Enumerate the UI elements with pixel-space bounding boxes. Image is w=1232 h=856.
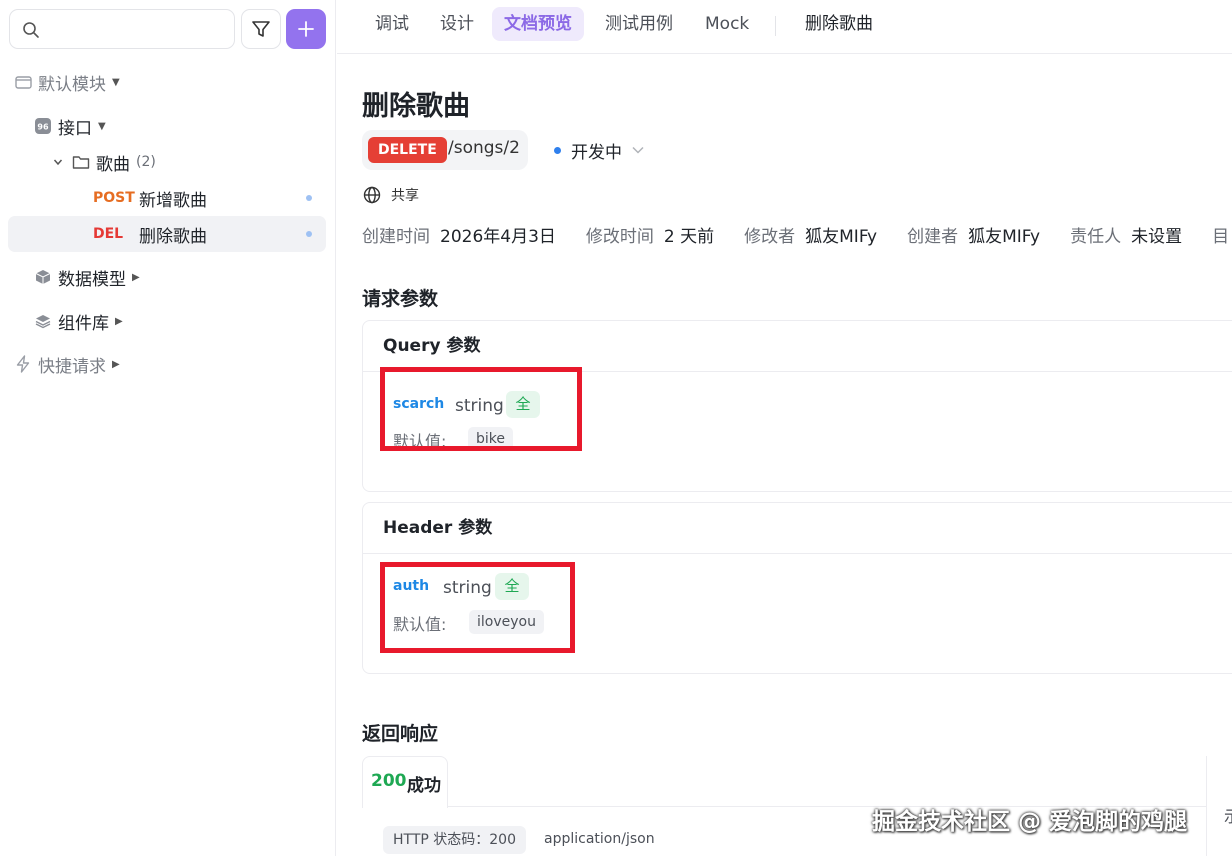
tree-item-add-song[interactable]: POST 新增歌曲 bbox=[93, 180, 326, 216]
module-icon bbox=[14, 73, 32, 91]
folder-icon bbox=[72, 153, 90, 171]
method-delete-badge: DELETE bbox=[368, 137, 447, 163]
layers-icon bbox=[34, 312, 52, 330]
endpoint-tab-title[interactable]: 删除歌曲 bbox=[793, 7, 885, 41]
search-input[interactable] bbox=[9, 9, 235, 49]
meta-creator: 创建者 狐友MIFy bbox=[907, 227, 1041, 247]
tab-mock[interactable]: Mock bbox=[693, 7, 761, 41]
tab-debug[interactable]: 调试 bbox=[363, 7, 421, 41]
tree-item-label: 接口 bbox=[58, 118, 92, 139]
meta-modified-time: 修改时间 2 天前 bbox=[585, 227, 715, 247]
search-icon bbox=[23, 22, 39, 38]
status-dot bbox=[306, 195, 312, 201]
caret-right-icon: ▶ bbox=[115, 315, 123, 327]
tree-item-interfaces[interactable]: 96 接口 ▼ bbox=[34, 108, 106, 144]
annotation-highlight-box bbox=[380, 367, 582, 451]
response-title: 返回响应 bbox=[362, 723, 439, 745]
caret-right-icon: ▶ bbox=[112, 358, 120, 370]
response-tab-200[interactable]: 200 成功 bbox=[362, 756, 448, 808]
meta-owner[interactable]: 责任人 未设置 bbox=[1070, 222, 1182, 247]
query-params-header: Query 参数 bbox=[363, 321, 1232, 372]
cube-icon bbox=[34, 268, 52, 286]
svg-text:96: 96 bbox=[37, 123, 49, 132]
folder-count: (2) bbox=[136, 154, 156, 170]
tree-item-label: 组件库 bbox=[58, 313, 109, 334]
header-params-header: Header 参数 bbox=[363, 503, 1232, 554]
plus-icon bbox=[298, 21, 314, 37]
endpoint-label: 新增歌曲 bbox=[139, 190, 207, 211]
globe-icon bbox=[363, 186, 381, 204]
chevron-down-icon bbox=[632, 143, 644, 158]
caret-right-icon: ▶ bbox=[132, 271, 140, 283]
endpoint-url[interactable]: DELETE /songs/2 bbox=[362, 130, 528, 170]
response-code: 200 bbox=[371, 771, 407, 791]
sidebar: 默认模块 ▼ 96 接口 ▼ 歌曲 (2) POST 新增歌曲 DEL 删除歌曲… bbox=[0, 0, 336, 856]
http-status-pill: HTTP 状态码：200 bbox=[383, 826, 526, 854]
request-params-title: 请求参数 bbox=[362, 288, 439, 310]
lightning-icon bbox=[14, 355, 32, 373]
folder-label: 歌曲 bbox=[96, 154, 130, 175]
status-dot-icon bbox=[554, 147, 561, 154]
caret-down-icon: ▼ bbox=[98, 120, 106, 132]
content-type: application/json bbox=[544, 831, 655, 847]
method-del-tag: DEL bbox=[93, 226, 124, 242]
tree-item-components[interactable]: 组件库 ▶ bbox=[34, 303, 123, 339]
method-post-tag: POST bbox=[93, 190, 135, 206]
tab-design[interactable]: 设计 bbox=[428, 7, 486, 41]
status-dot bbox=[306, 231, 312, 237]
tree-item-data-models[interactable]: 数据模型 ▶ bbox=[34, 259, 140, 295]
filter-icon bbox=[252, 21, 270, 37]
tab-divider bbox=[775, 16, 776, 36]
tree-item-quick-request[interactable]: 快捷请求 ▶ bbox=[14, 346, 120, 382]
tree-item-label: 快捷请求 bbox=[38, 356, 106, 377]
tab-doc-preview[interactable]: 文档预览 bbox=[492, 7, 584, 41]
share-button[interactable]: 共享 bbox=[363, 185, 419, 205]
tree-item-default-module[interactable]: 默认模块 ▼ bbox=[14, 64, 120, 100]
url-path: /songs/2 bbox=[448, 138, 520, 158]
meta-truncated: 目 bbox=[1212, 227, 1230, 247]
api-icon: 96 bbox=[34, 117, 52, 135]
endpoint-label: 删除歌曲 bbox=[139, 226, 207, 247]
tree-item-label: 默认模块 bbox=[38, 74, 106, 95]
status-label: 开发中 bbox=[571, 143, 622, 163]
meta-created-time: 创建时间 2026年4月3日 bbox=[362, 227, 556, 247]
filter-button[interactable] bbox=[241, 9, 281, 49]
chevron-down-icon bbox=[52, 153, 64, 171]
page-title: 删除歌曲 bbox=[362, 91, 470, 122]
tab-test-cases[interactable]: 测试用例 bbox=[593, 7, 685, 41]
divider bbox=[1206, 756, 1207, 856]
meta-modifier: 修改者 狐友MIFy bbox=[744, 227, 878, 247]
top-tab-bar: 调试 设计 文档预览 测试用例 Mock 删除歌曲 bbox=[337, 0, 1232, 54]
tree-item-label: 数据模型 bbox=[58, 269, 126, 290]
share-label: 共享 bbox=[391, 188, 419, 204]
response-side-label: 示 bbox=[1224, 803, 1232, 827]
add-button[interactable] bbox=[286, 9, 326, 49]
status-dropdown[interactable]: 开发中 bbox=[554, 138, 644, 163]
caret-down-icon: ▼ bbox=[112, 76, 120, 88]
meta-info-row: 创建时间 2026年4月3日 修改时间 2 天前 修改者 狐友MIFy 创建者 狐友MI… bbox=[362, 222, 1232, 247]
tree-item-folder-songs[interactable]: 歌曲 (2) bbox=[52, 144, 156, 180]
watermark-text: 掘金技术社区 @ 爱泡脚的鸡腿 bbox=[872, 809, 1188, 835]
response-status-text: 成功 bbox=[407, 776, 441, 796]
annotation-highlight-box bbox=[380, 562, 575, 653]
tree-item-delete-song[interactable]: DEL 删除歌曲 bbox=[93, 216, 326, 252]
